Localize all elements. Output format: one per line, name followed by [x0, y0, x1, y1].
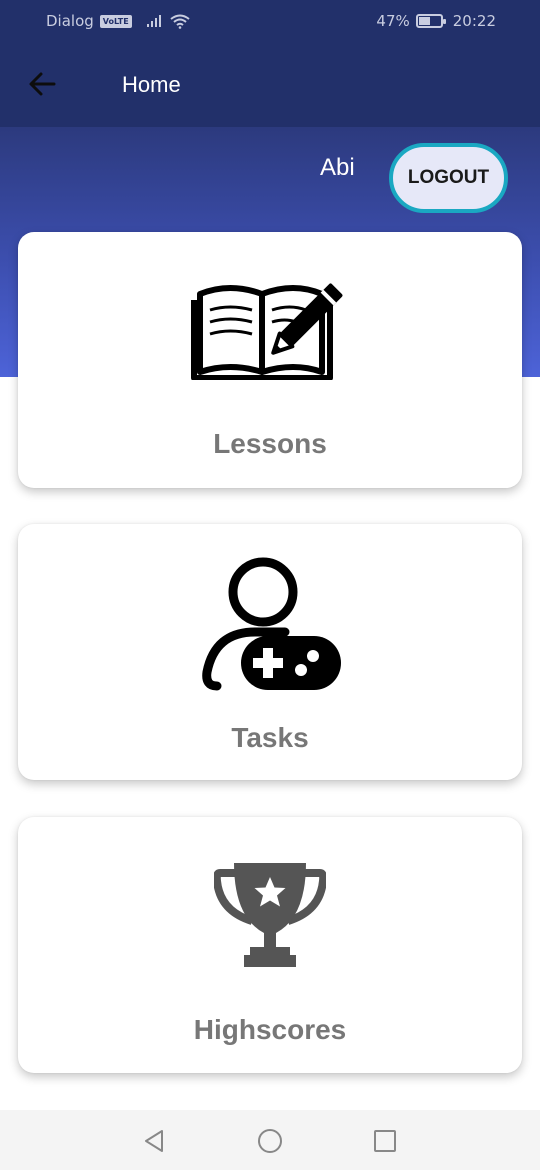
user-gamepad-icon	[202, 557, 341, 691]
wifi-icon	[170, 14, 190, 29]
volte-badge: VoLTE	[99, 14, 132, 28]
lessons-card[interactable]: Lessons	[18, 232, 522, 488]
highscores-card[interactable]: Highscores	[18, 817, 522, 1073]
tasks-card[interactable]: Tasks	[18, 524, 522, 780]
status-left: Dialog VoLTE	[46, 12, 190, 30]
logout-button[interactable]: LOGOUT	[389, 143, 508, 213]
nav-home-button[interactable]	[255, 1126, 285, 1156]
nav-back-button[interactable]	[140, 1126, 170, 1156]
status-right: 47% 20:22	[376, 12, 496, 30]
arrow-left-icon	[29, 72, 56, 96]
card-label-tasks: Tasks	[231, 722, 309, 753]
home-circle-icon	[258, 1129, 282, 1153]
signal-icon	[146, 15, 161, 27]
username-label: Abi	[320, 154, 355, 181]
page-title: Home	[122, 72, 181, 97]
trophy-icon	[214, 863, 326, 967]
back-button[interactable]	[24, 66, 60, 102]
clock: 20:22	[452, 12, 496, 30]
nav-recents-button[interactable]	[370, 1126, 400, 1156]
system-nav-bar	[0, 1110, 540, 1170]
back-triangle-icon	[145, 1130, 163, 1152]
battery-icon	[415, 14, 446, 28]
carrier-name: Dialog	[46, 12, 94, 30]
battery-fill	[418, 17, 430, 25]
battery-percent: 47%	[376, 12, 410, 30]
card-label-lessons: Lessons	[213, 428, 327, 459]
card-label-highscores: Highscores	[193, 1014, 347, 1045]
status-bar: Dialog VoLTE 47% 20:22	[0, 0, 540, 44]
recents-square-icon	[374, 1130, 396, 1152]
app-bar: Home	[0, 44, 540, 127]
open-book-pencil-icon	[191, 283, 343, 380]
